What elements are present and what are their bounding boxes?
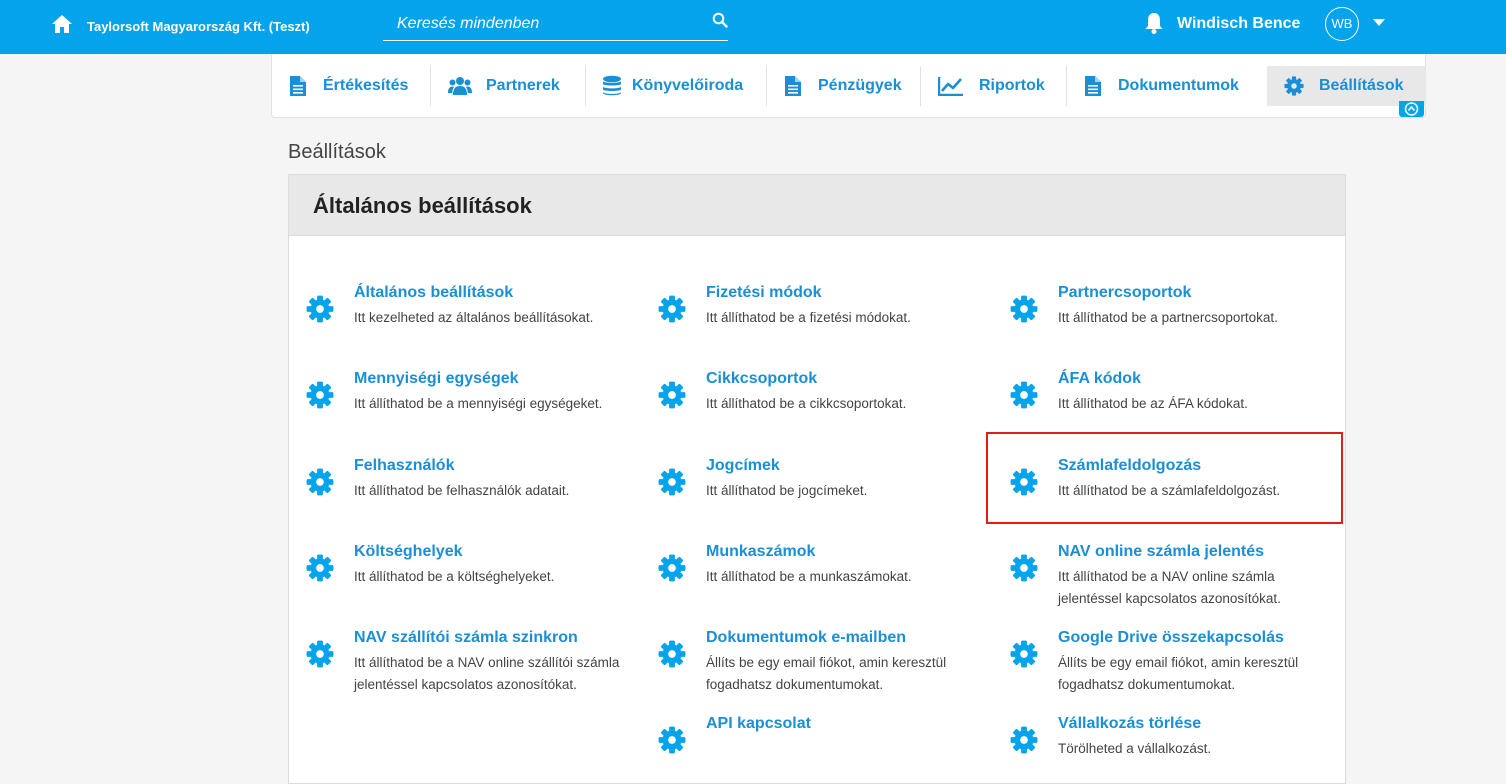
- nav-item-label: Riportok: [979, 77, 1045, 94]
- gear-icon: [1010, 381, 1038, 409]
- nav-divider: [1066, 66, 1067, 106]
- nav-divider: [585, 66, 586, 106]
- nav-item-label: Értékesítés: [323, 77, 409, 94]
- setting-title[interactable]: Jogcímek: [706, 457, 780, 475]
- setting-description: Itt állíthatod be az ÁFA kódokat.: [1058, 396, 1248, 411]
- setting-title[interactable]: Vállalkozás törlése: [1058, 715, 1201, 733]
- setting-description: Állíts be egy email fiókot, amin kereszt…: [1058, 655, 1299, 692]
- setting-title[interactable]: Fizetési módok: [706, 284, 822, 302]
- caret-down-icon[interactable]: [1373, 19, 1385, 26]
- gear-icon: [1284, 76, 1304, 96]
- nav-item-riportok[interactable]: Riportok: [938, 66, 1045, 106]
- gear-icon: [306, 640, 334, 668]
- gear-icon: [658, 726, 686, 754]
- nav-item-dokumentumok[interactable]: Dokumentumok: [1084, 66, 1239, 106]
- nav-divider: [766, 66, 767, 106]
- company-name[interactable]: Taylorsoft Magyarország Kft. (Teszt): [87, 19, 310, 34]
- nav-item-ertekesites[interactable]: Értékesítés: [289, 66, 408, 106]
- line-chart-icon: [938, 77, 963, 96]
- setting-title[interactable]: Munkaszámok: [706, 543, 815, 561]
- nav-item-label: Pénzügyek: [818, 77, 902, 94]
- panel-header: Általános beállítások: [289, 175, 1345, 236]
- bell-icon[interactable]: [1143, 11, 1165, 35]
- setting-title[interactable]: Dokumentumok e-mailben: [706, 629, 906, 647]
- nav-item-partnerek[interactable]: Partnerek: [448, 66, 560, 106]
- nav-item-konyveloiroda[interactable]: Könyvelőiroda: [602, 66, 743, 106]
- setting-title[interactable]: Mennyiségi egységek: [354, 370, 519, 388]
- chevron-up-icon: [1404, 102, 1419, 116]
- nav-item-label: Beállítások: [1319, 77, 1404, 94]
- gear-icon: [1010, 295, 1038, 323]
- gear-icon: [658, 381, 686, 409]
- search-input[interactable]: [397, 12, 697, 36]
- nav-divider: [430, 66, 431, 106]
- setting-title[interactable]: Felhasználók: [354, 457, 454, 475]
- nav-item-label: Dokumentumok: [1118, 77, 1239, 94]
- setting-title[interactable]: Költséghelyek: [354, 543, 462, 561]
- nav-divider: [920, 66, 921, 106]
- setting-title[interactable]: API kapcsolat: [706, 715, 811, 733]
- gear-icon: [658, 640, 686, 668]
- breadcrumb: Beállítások: [288, 141, 386, 163]
- highlight-box: [986, 432, 1343, 524]
- search-icon[interactable]: [712, 12, 728, 28]
- gear-icon: [306, 468, 334, 496]
- nav-item-beallitasok[interactable]: Beállítások: [1284, 66, 1403, 106]
- setting-title[interactable]: Partnercsoportok: [1058, 284, 1191, 302]
- database-icon: [603, 75, 621, 96]
- setting-description: Itt állíthatod be felhasználók adatait.: [354, 483, 570, 498]
- setting-description: Itt állíthatod be a NAV online szállítói…: [354, 655, 620, 692]
- nav-item-label: Partnerek: [486, 77, 560, 94]
- setting-description: Itt állíthatod be a munkaszámokat.: [706, 569, 912, 584]
- setting-description: Itt állíthatod be a partnercsoportokat.: [1058, 310, 1278, 325]
- setting-description: Itt kezelheted az általános beállításoka…: [354, 310, 594, 325]
- gear-icon: [1010, 554, 1038, 582]
- setting-description: Itt állíthatod be a cikkcsoportokat.: [706, 396, 907, 411]
- setting-description: Itt állíthatod be jogcímeket.: [706, 483, 868, 498]
- setting-title[interactable]: Google Drive összekapcsolás: [1058, 629, 1284, 647]
- avatar[interactable]: WB: [1325, 7, 1359, 41]
- nav-item-label: Könyvelőiroda: [632, 77, 744, 94]
- gear-icon: [1010, 726, 1038, 754]
- setting-title[interactable]: NAV szállítói számla szinkron: [354, 629, 578, 647]
- setting-description: Itt állíthatod be a NAV online számla je…: [1058, 569, 1281, 606]
- document-icon: [290, 76, 306, 96]
- setting-description: Állíts be egy email fiókot, amin kereszt…: [706, 655, 947, 692]
- setting-title[interactable]: ÁFA kódok: [1058, 370, 1141, 388]
- search-box: [383, 8, 728, 41]
- gear-icon: [658, 468, 686, 496]
- users-icon: [448, 77, 472, 95]
- setting-description: Itt állíthatod be a költséghelyeket.: [354, 569, 555, 584]
- document-icon: [785, 76, 801, 96]
- panel-title: Általános beállítások: [313, 193, 532, 218]
- gear-icon: [306, 295, 334, 323]
- setting-title[interactable]: Általános beállítások: [354, 284, 513, 302]
- home-icon[interactable]: [51, 14, 73, 34]
- setting-title[interactable]: NAV online számla jelentés: [1058, 543, 1264, 561]
- gear-icon: [1010, 640, 1038, 668]
- document-icon: [1085, 76, 1101, 96]
- setting-title[interactable]: Cikkcsoportok: [706, 370, 817, 388]
- nav-item-penzugyek[interactable]: Pénzügyek: [784, 66, 902, 106]
- collapse-nav-button[interactable]: [1399, 101, 1424, 117]
- username[interactable]: Windisch Bence: [1177, 15, 1300, 33]
- main-nav: Értékesítés Partnerek Könyvelőiroda Pénz…: [271, 54, 1426, 118]
- top-bar: Taylorsoft Magyarország Kft. (Teszt) Win…: [0, 0, 1506, 54]
- gear-icon: [306, 381, 334, 409]
- setting-description: Itt állíthatod be a fizetési módokat.: [706, 310, 911, 325]
- setting-description: Itt állíthatod be a mennyiségi egységeke…: [354, 396, 603, 411]
- gear-icon: [658, 554, 686, 582]
- gear-icon: [658, 295, 686, 323]
- setting-description: Törölheted a vállalkozást.: [1058, 741, 1212, 756]
- gear-icon: [306, 554, 334, 582]
